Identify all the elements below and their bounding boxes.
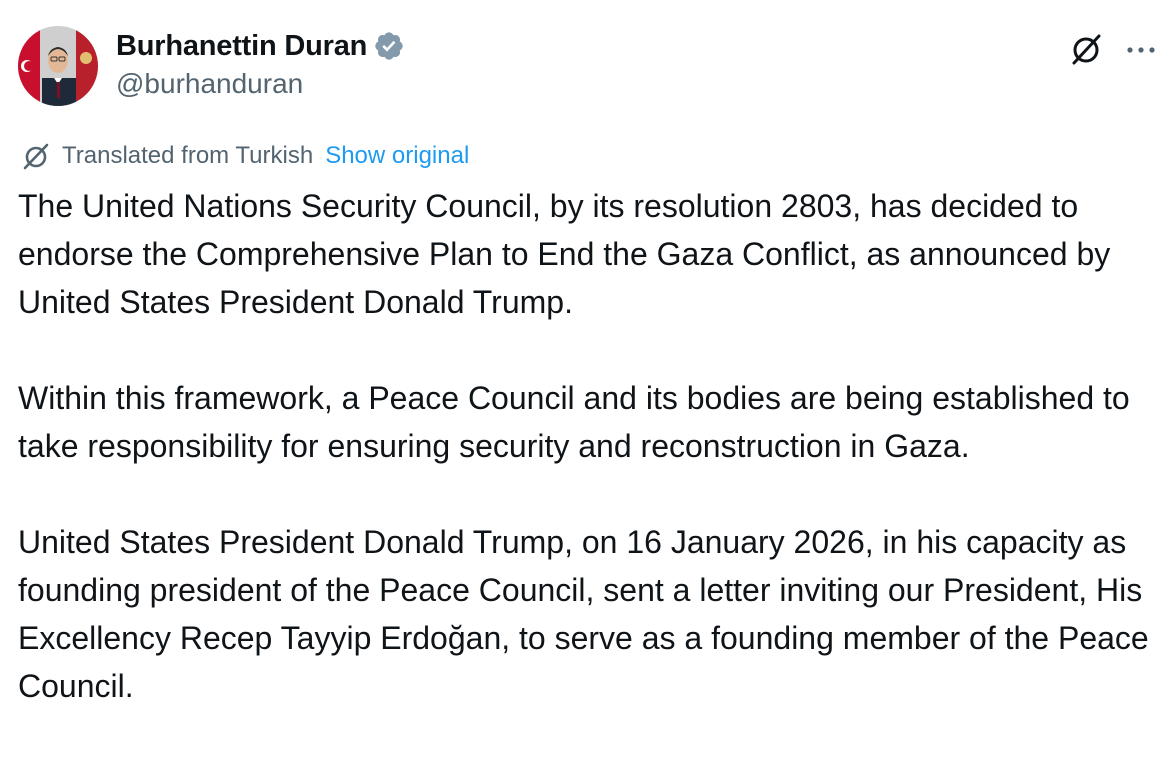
display-name[interactable]: Burhanettin Duran <box>116 30 367 63</box>
translate-icon <box>20 140 52 172</box>
post-paragraph-2: Within this framework, a Peace Council a… <box>18 380 1130 464</box>
translated-from-label: Translated from Turkish <box>62 142 314 169</box>
avatar-image <box>18 26 98 106</box>
handle[interactable]: @burhanduran <box>116 68 405 100</box>
post-header: Burhanettin Duran @burhanduran <box>18 26 1158 106</box>
show-original-link[interactable]: Show original <box>325 142 469 170</box>
translation-bar: Translated from Turkish Show original <box>20 140 469 172</box>
name-row: Burhanettin Duran <box>116 28 405 64</box>
avatar[interactable] <box>18 26 98 106</box>
author-info: Burhanettin Duran @burhanduran <box>116 28 405 100</box>
post-paragraph-3: United States President Donald Trump, on… <box>18 524 1149 704</box>
post-paragraph-1: The United Nations Security Council, by … <box>18 188 1111 320</box>
post-text: The United Nations Security Council, by … <box>18 182 1158 710</box>
header-actions <box>1066 30 1158 70</box>
more-options-icon[interactable] <box>1124 30 1158 70</box>
post-card: Burhanettin Duran @burhanduran Translate… <box>0 0 1176 782</box>
verified-badge-icon[interactable] <box>373 30 405 62</box>
grok-icon[interactable] <box>1066 30 1106 70</box>
